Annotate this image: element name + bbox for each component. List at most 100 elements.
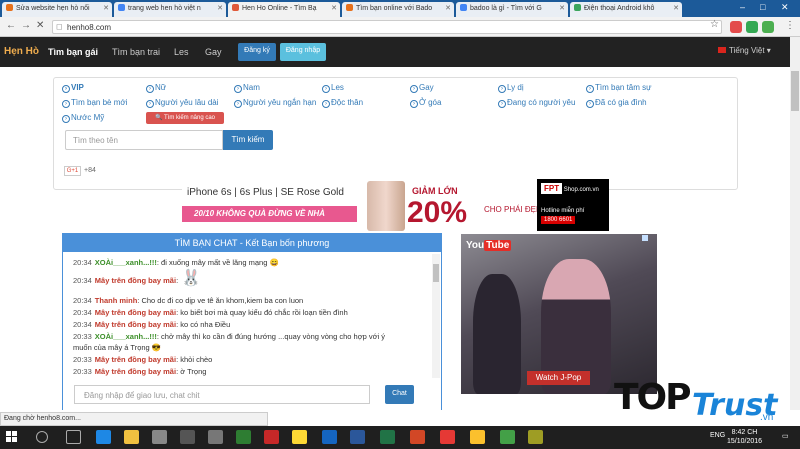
close-icon[interactable]: ✕ — [673, 4, 679, 12]
browser-tab-strip: Sửa website hẹn hò nổi ✕ trang web hen hò… — [0, 0, 800, 17]
clock[interactable]: 8:42 CH 15/10/2016 — [727, 428, 762, 446]
emoji-icon: 😎 — [151, 343, 162, 352]
page-scrollbar[interactable] — [790, 37, 800, 410]
login-button[interactable]: Đăng nhập — [280, 43, 326, 61]
task-view-icon[interactable] — [66, 430, 81, 444]
filter-link[interactable]: › VIP — [62, 83, 84, 93]
filter-link[interactable]: › Tìm bạn bè mới — [62, 98, 127, 108]
ad-choices-icon[interactable] — [642, 235, 648, 241]
fpt-logo: FPT — [541, 183, 563, 194]
vietnam-flag-icon — [718, 47, 726, 53]
filter-link[interactable]: › Người yêu ngắn hạn — [234, 98, 316, 108]
site-logo[interactable]: Hẹn Hò — [4, 46, 39, 57]
filter-link[interactable]: › Ly dị — [498, 83, 524, 93]
ad-headline: iPhone 6s | 6s Plus | SE Rose Gold — [187, 187, 344, 198]
search-icon[interactable] — [36, 431, 48, 443]
language-selector[interactable]: Tiếng Việt ▾ — [718, 46, 771, 55]
chat-message: 20:33 Mây trên đồng bay mãi: khỏi chèo — [73, 355, 213, 364]
chat-message: muốn của mây á Trọng 😎 — [73, 343, 162, 352]
close-icon[interactable]: ✕ — [217, 4, 223, 12]
extension-icon[interactable] — [762, 21, 774, 33]
bookmark-star-icon[interactable]: ☆ — [710, 19, 719, 30]
store-icon[interactable] — [152, 430, 167, 444]
hotline-number: 1800 6601 — [541, 216, 576, 224]
emoji-icon: 😄 — [269, 258, 279, 267]
maximize-icon[interactable]: □ — [760, 2, 765, 12]
close-icon[interactable]: ✕ — [559, 4, 565, 12]
close-icon[interactable]: ✕ — [331, 4, 337, 12]
filter-link[interactable]: › Người yêu lâu dài — [146, 98, 219, 108]
app-icon[interactable] — [236, 430, 251, 444]
filter-link[interactable]: › Les — [322, 83, 344, 93]
app-icon[interactable] — [440, 430, 455, 444]
filter-link[interactable]: › Nam — [234, 83, 260, 93]
banner-ad[interactable]: iPhone 6s | 6s Plus | SE Rose Gold 20/10… — [182, 179, 609, 236]
bunny-sticker-icon: 🐰 — [181, 270, 201, 287]
filter-link[interactable]: › Nữ — [146, 83, 166, 93]
nav-find-boyfriend[interactable]: Tìm bạn trai — [112, 47, 160, 57]
app-icon[interactable] — [180, 430, 195, 444]
search-input[interactable]: Tìm theo tên — [65, 130, 223, 150]
filter-link[interactable]: › Độc thân — [322, 98, 363, 108]
language-indicator[interactable]: ENG — [710, 432, 725, 439]
app-icon[interactable] — [528, 430, 543, 444]
filter-link[interactable]: › Gay — [410, 83, 434, 93]
filter-panel: › VIP › Nữ › Nam › Les › Gay › Ly dị › Tìm bạn … — [53, 77, 738, 190]
powerpoint-icon[interactable] — [410, 430, 425, 444]
search-button[interactable]: Tìm kiếm — [223, 130, 273, 150]
close-icon[interactable]: ✕ — [445, 4, 451, 12]
filter-link[interactable]: › Nước Mỹ — [62, 113, 104, 123]
word-icon[interactable] — [322, 430, 337, 444]
browser-tab[interactable]: Tìm bạn online với Bado ✕ — [342, 2, 454, 17]
edge-icon[interactable] — [96, 430, 111, 444]
filter-link[interactable]: › Đã có gia đình — [586, 98, 647, 108]
minimize-icon[interactable]: – — [740, 2, 745, 12]
browser-tab-active[interactable]: Hen Ho Online - Tìm Bạ ✕ — [228, 2, 340, 17]
back-icon[interactable]: ← — [6, 20, 16, 31]
filter-link[interactable]: › Tìm bạn tâm sự — [586, 83, 651, 93]
app-icon[interactable] — [264, 430, 279, 444]
browser-tab[interactable]: Sửa website hẹn hò nổi ✕ — [2, 2, 112, 17]
nav-les[interactable]: Les — [174, 47, 189, 57]
forward-icon[interactable]: → — [21, 20, 31, 31]
extension-icon[interactable] — [746, 21, 758, 33]
register-button[interactable]: Đăng ký — [238, 43, 276, 61]
google-icon — [460, 4, 467, 11]
filter-link[interactable]: › Ở góa — [410, 98, 441, 108]
browser-tab[interactable]: trang web hen hò việt n ✕ — [114, 2, 226, 17]
chrome-icon[interactable] — [500, 430, 515, 444]
word-icon[interactable] — [350, 430, 365, 444]
file-explorer-icon[interactable] — [124, 430, 139, 444]
chat-title: TÌM BẠN CHAT - Kết Bạn bốn phương — [63, 234, 441, 252]
excel-icon[interactable] — [380, 430, 395, 444]
chat-send-button[interactable]: Chat — [385, 385, 414, 404]
watermark-logo: TOP Trust .vn — [614, 377, 778, 423]
performer-image — [473, 274, 521, 394]
browser-tab[interactable]: Điện thoại Android khô ✕ — [570, 2, 682, 17]
filter-link[interactable]: › Đang có người yêu — [498, 98, 575, 108]
chat-message: 20:34 Mây trên đồng bay mãi: — [73, 276, 179, 285]
browser-tab[interactable]: badoo là gì - Tìm với G ✕ — [456, 2, 568, 17]
nav-gay[interactable]: Gay — [205, 47, 222, 57]
address-bar: ← → ✕ ◻ henho8.com ☆ ⋮ — [0, 17, 800, 37]
watch-button[interactable]: Watch J-Pop — [527, 371, 590, 385]
close-window-icon[interactable]: ✕ — [781, 2, 789, 13]
chat-message: 20:33 XOÀi___xanh...!!!: chở mây thì ko c… — [73, 332, 386, 341]
app-icon[interactable] — [470, 430, 485, 444]
chat-message: 20:33 Mây trên đồng bay mãi: ờ Trọng — [73, 367, 207, 376]
google-plus-button[interactable]: G+1 — [64, 166, 81, 176]
windows-start-icon[interactable] — [6, 431, 18, 443]
nav-find-girlfriend[interactable]: Tìm bạn gái — [48, 47, 98, 57]
youtube-logo: You Tube — [466, 240, 512, 251]
menu-icon[interactable]: ⋮ — [785, 20, 795, 31]
stop-icon[interactable]: ✕ — [36, 20, 44, 31]
extension-icon[interactable] — [730, 21, 742, 33]
url-input[interactable]: ◻ henho8.com — [52, 20, 722, 34]
app-icon[interactable] — [292, 430, 307, 444]
advanced-search-button[interactable]: 🔍 Tìm kiếm nâng cao — [146, 112, 224, 124]
chat-scrollbar[interactable] — [432, 254, 440, 378]
close-icon[interactable]: ✕ — [103, 4, 109, 12]
chat-input[interactable]: Đăng nhập để giao lưu, chat chit — [74, 385, 370, 404]
app-icon[interactable] — [208, 430, 223, 444]
notification-icon[interactable]: ▭ — [782, 432, 789, 440]
